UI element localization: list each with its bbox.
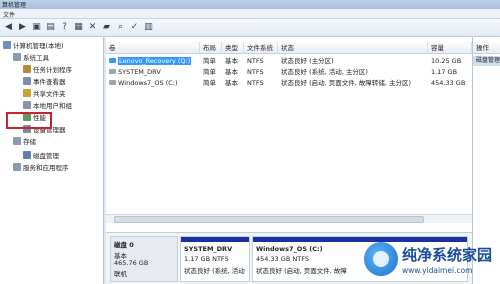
tree-item-label: 事件查看器: [33, 78, 66, 86]
table-cell: 1.17 GB: [431, 68, 458, 76]
volume-icon: [109, 58, 116, 63]
table-cell: NTFS: [247, 79, 264, 87]
back-arrow-icon[interactable]: ◀: [3, 22, 14, 33]
partition-status: 状态良好 (启动, 页面文件, 故障: [256, 267, 347, 275]
tree-item[interactable]: 任务计划程序: [23, 65, 72, 76]
actions-header: 操作: [473, 42, 500, 54]
column-header[interactable]: 文件系统: [244, 42, 278, 54]
table-cell: 基本: [225, 79, 238, 87]
console-icon[interactable]: ▦: [73, 22, 84, 33]
navigation-tree: 计算机管理(本地) 系统工具 任务计划程序 事件查看器 共享文件夹 本地用户和组 性能 设备管…: [0, 37, 104, 284]
table-cell: 简单: [203, 57, 216, 65]
tree-item-label: 磁盘管理: [33, 152, 59, 160]
table-cell: NTFS: [247, 68, 264, 76]
menu-file[interactable]: 文件: [3, 10, 15, 19]
actions-item-disk-management[interactable]: 磁盘管理: [473, 56, 500, 66]
disk-name: 磁盘 0: [114, 241, 134, 249]
watermark-title: 纯净系统家园: [402, 246, 493, 264]
volume-icon: [109, 69, 116, 74]
column-header[interactable]: 状态: [278, 42, 428, 54]
partition-bar: [181, 237, 249, 242]
storage-icon: [13, 137, 21, 145]
partition-name: SYSTEM_DRV: [184, 245, 233, 253]
tree-item[interactable]: 服务和应用程序: [13, 163, 69, 174]
tree-item[interactable]: 存储: [13, 137, 36, 148]
tree-item[interactable]: 事件查看器: [23, 77, 66, 88]
computer-management-icon: [3, 41, 11, 49]
table-cell: 状态良好 (启动, 页面文件, 故障转储, 主分区): [281, 79, 412, 87]
view-icon[interactable]: ▥: [143, 22, 154, 33]
disk-status: 联机: [114, 270, 127, 278]
disk-check-icon[interactable]: ✓: [129, 22, 140, 33]
table-cell: 简单: [203, 79, 216, 87]
tree-item[interactable]: 磁盘管理: [23, 151, 59, 162]
table-cell: 状态良好 (主分区): [281, 57, 334, 65]
table-cell: 基本: [225, 68, 238, 76]
search-icon[interactable]: ⌕: [115, 22, 126, 33]
watermark: 纯净系统家园 www.yidaimei.com: [350, 236, 500, 284]
watermark-url: www.yidaimei.com: [402, 266, 473, 275]
task-scheduler-icon: [23, 65, 31, 73]
up-folder-icon[interactable]: ▣: [31, 22, 42, 33]
table-cell: Lenovo_Recovery (Q:): [106, 56, 200, 66]
toolbar: ◀ ▶ ▣ ▤? ▦ ✕ ▰ ⌕ ✓ ▥: [0, 19, 500, 37]
table-row[interactable]: SYSTEM_DRV 简单 基本 NTFS 状态良好 (系统, 活动, 主分区) 1.17…: [106, 67, 472, 77]
tree-item[interactable]: 共享文件夹: [23, 89, 66, 100]
watermark-logo-icon: [364, 242, 398, 276]
horizontal-scrollbar[interactable]: [106, 214, 472, 223]
partition-name: Windows7_OS (C:): [256, 245, 323, 253]
volume-icon: [109, 80, 116, 85]
title-bar: 算机管理: [0, 0, 500, 9]
window-title: 算机管理: [2, 2, 27, 9]
partition-status: 状态良好 (系统, 活动: [184, 267, 245, 275]
disk-management-highlight: [6, 112, 52, 129]
services-icon: [13, 163, 21, 171]
tree-item-label: 本地用户和组: [33, 102, 72, 110]
shared-folders-icon: [23, 89, 31, 97]
tree-item-label: 任务计划程序: [33, 66, 72, 74]
column-header[interactable]: 卷: [106, 42, 200, 54]
table-cell: Windows7_OS (C:): [106, 78, 200, 88]
table-cell: 简单: [203, 68, 216, 76]
tree-item-label: 系统工具: [23, 54, 49, 62]
tree-item-label: 计算机管理(本地): [13, 42, 64, 50]
tree-item-label: 共享文件夹: [33, 90, 66, 98]
users-groups-icon: [23, 101, 31, 109]
table-row[interactable]: Windows7_OS (C:) 简单 基本 NTFS 状态良好 (启动, 页面文件, …: [106, 78, 472, 88]
table-cell: 基本: [225, 57, 238, 65]
table-cell: 10.25 GB: [431, 57, 462, 65]
column-header[interactable]: 布局: [200, 42, 222, 54]
system-tools-icon: [13, 53, 21, 61]
scrollbar-thumb[interactable]: [114, 216, 424, 223]
event-viewer-icon: [23, 77, 31, 85]
menu-bar: 文件: [0, 9, 500, 19]
delete-icon[interactable]: ✕: [87, 22, 98, 33]
properties-icon[interactable]: ▤: [45, 22, 56, 33]
volume-table-header: 卷布局 类型 文件系统 状态 容量: [106, 42, 472, 54]
table-cell: NTFS: [247, 57, 264, 65]
tree-item[interactable]: 计算机管理(本地): [3, 41, 64, 52]
partition-system-drv[interactable]: SYSTEM_DRV 1.17 GB NTFS 状态良好 (系统, 活动: [180, 236, 250, 282]
table-cell: 454.33 GB: [431, 79, 466, 87]
table-row[interactable]: Lenovo_Recovery (Q:) 简单 基本 NTFS 状态良好 (主分区) 10…: [106, 56, 472, 66]
disk-management-icon: [23, 151, 31, 159]
partition-size: 1.17 GB NTFS: [184, 255, 229, 263]
disk-size: 465.76 GB: [114, 259, 149, 267]
tree-item-label: 服务和应用程序: [23, 164, 69, 172]
partition-size: 454.33 GB NTFS: [256, 255, 309, 263]
tree-item-label: 存储: [23, 138, 36, 146]
tree-item[interactable]: 本地用户和组: [23, 101, 72, 112]
tree-item[interactable]: 系统工具: [13, 53, 49, 64]
table-cell: SYSTEM_DRV: [106, 67, 200, 77]
disk-0-info[interactable]: 磁盘 0 基本 465.76 GB 联机: [110, 236, 178, 282]
open-folder-icon[interactable]: ▰: [101, 22, 112, 33]
column-header[interactable]: 容量: [428, 42, 472, 54]
column-header[interactable]: 类型: [222, 42, 244, 54]
table-cell: 状态良好 (系统, 活动, 主分区): [281, 68, 368, 76]
help-icon[interactable]: ?: [59, 22, 70, 33]
forward-arrow-icon[interactable]: ▶: [17, 22, 28, 33]
